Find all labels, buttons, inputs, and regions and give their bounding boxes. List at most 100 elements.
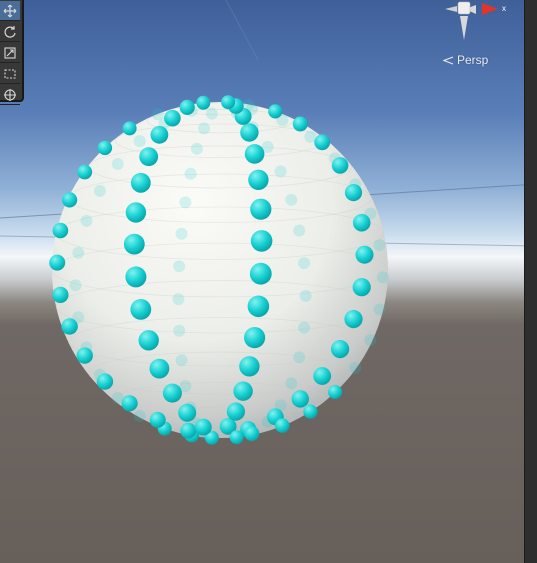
- vertex-dot: [96, 373, 114, 390]
- vertex-dot: [244, 144, 265, 164]
- vertex-dot: [69, 279, 82, 292]
- vertex-dot: [352, 278, 371, 297]
- scene-view[interactable]: x Persp: [0, 0, 537, 563]
- vertex-dot: [62, 192, 78, 208]
- vertex-dot: [313, 367, 332, 385]
- scale-icon: [4, 46, 16, 59]
- vertex-dot: [298, 257, 311, 270]
- vertex-dot: [244, 426, 260, 442]
- axis-gizmo-icon: x: [445, 1, 506, 40]
- vertex-dot: [76, 347, 93, 364]
- move-tool-button[interactable]: [0, 1, 20, 21]
- vertex-dot: [125, 202, 147, 223]
- vertex-dot: [229, 430, 244, 445]
- vertex-dot: [77, 164, 93, 180]
- panel-divider[interactable]: [524, 0, 537, 563]
- projection-toggle[interactable]: Persp: [443, 52, 488, 68]
- vertex-dot: [292, 116, 308, 132]
- vertex-dot: [178, 403, 197, 422]
- vertex-dot: [173, 324, 186, 337]
- vertex-dot: [61, 318, 78, 335]
- vertex-dot: [130, 299, 152, 320]
- vertex-dot: [293, 224, 306, 237]
- vertex-dot: [331, 157, 349, 174]
- vertex-dot: [248, 169, 269, 190]
- vertex-dot: [205, 107, 218, 120]
- rect-tool-button[interactable]: [0, 64, 20, 84]
- vertex-dot: [179, 196, 192, 209]
- vertex-dot: [274, 165, 287, 178]
- vertex-dot: [194, 418, 212, 436]
- vertex-dot: [355, 245, 374, 264]
- vertex-dot: [303, 404, 318, 419]
- vertex-dot: [93, 184, 106, 197]
- vertex-dot: [139, 147, 159, 167]
- grid-line: [225, 0, 259, 61]
- vertex-dot: [364, 334, 377, 347]
- vertex-dot: [239, 356, 260, 377]
- vertex-dot: [226, 402, 245, 421]
- vertex-dot: [184, 167, 197, 180]
- vertex-dot: [344, 310, 363, 329]
- vertex-dot: [285, 193, 298, 206]
- vertex-dot: [247, 295, 270, 318]
- vertex-dot: [151, 108, 164, 121]
- vertex-dot: [80, 214, 93, 227]
- move-arrows-icon: [3, 4, 17, 17]
- transform-tool-button[interactable]: [0, 85, 20, 105]
- vertex-dot: [221, 95, 236, 110]
- tools-panel: [0, 0, 24, 105]
- vertex-dot: [376, 271, 389, 284]
- vertex-dot: [328, 385, 343, 400]
- vertex-dot: [122, 121, 137, 136]
- vertex-dot: [164, 109, 181, 127]
- vertex-dot: [173, 260, 186, 273]
- projection-label: Persp: [457, 53, 489, 67]
- vertex-dot: [298, 321, 311, 334]
- vertex-dot: [72, 246, 85, 259]
- vertex-dot: [249, 262, 272, 285]
- vertex-dot: [291, 390, 309, 408]
- vertex-dot: [373, 239, 386, 252]
- vertex-dot: [344, 184, 363, 202]
- vertex-dot: [250, 198, 272, 220]
- transform-icon: [4, 88, 16, 101]
- vertex-dot: [198, 122, 211, 135]
- vertex-dot: [175, 227, 188, 240]
- vertex-dot: [244, 327, 266, 349]
- vertex-dot: [299, 289, 312, 302]
- vertex-dot: [150, 125, 169, 144]
- vertex-dot: [49, 254, 66, 271]
- vertex-dot: [130, 172, 151, 193]
- vertex-dot: [196, 95, 211, 110]
- vertex-dot: [162, 383, 182, 403]
- vertex-dot: [349, 362, 362, 374]
- vertex-dot: [172, 293, 185, 306]
- vertex-dot: [180, 422, 197, 439]
- vertex-dot: [314, 134, 331, 151]
- vertex-dot: [149, 411, 166, 428]
- vertex-dot: [352, 213, 371, 232]
- vertex-dot: [233, 381, 253, 401]
- vertex-dot: [373, 303, 386, 316]
- vertex-dot: [293, 351, 306, 364]
- scene-canvas: [0, 0, 537, 445]
- vertex-dot: [285, 377, 298, 390]
- vertex-dot: [250, 230, 273, 252]
- vertex-dot: [123, 233, 145, 255]
- vertex-dot: [121, 395, 138, 412]
- x-axis-label: x: [502, 4, 506, 13]
- vertex-dot: [52, 222, 69, 239]
- vertex-dot: [149, 358, 170, 379]
- vertex-dot: [179, 99, 195, 115]
- rotate-icon: [4, 25, 16, 38]
- vertex-dot: [111, 158, 124, 170]
- vertex-dot: [275, 418, 290, 433]
- vertex-dot: [97, 140, 113, 156]
- scale-tool-button[interactable]: [0, 43, 20, 63]
- vertex-dot: [331, 340, 350, 359]
- vertex-dot: [175, 354, 188, 367]
- rotate-tool-button[interactable]: [0, 22, 20, 42]
- vertex-dot: [133, 410, 146, 422]
- orientation-gizmo[interactable]: x: [440, 0, 510, 44]
